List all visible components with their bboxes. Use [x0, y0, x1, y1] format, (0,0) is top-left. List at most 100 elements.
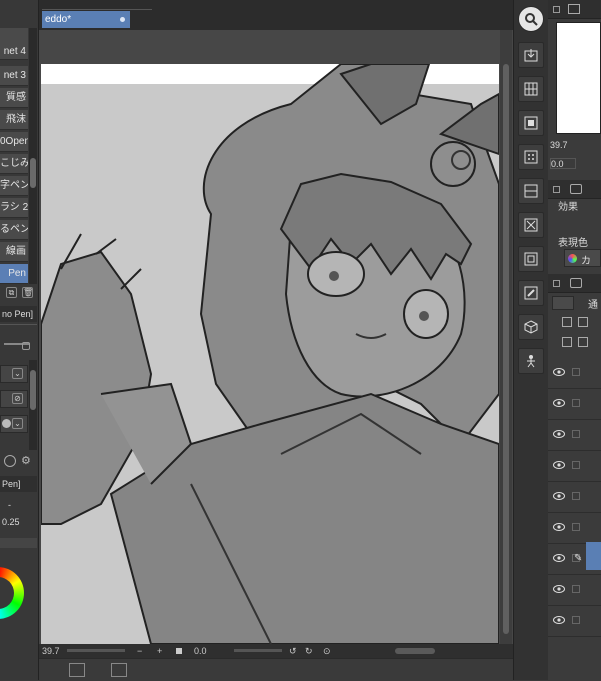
- layer-row[interactable]: [548, 420, 601, 451]
- brush-item[interactable]: 字ペン: [0, 176, 28, 196]
- layer-row[interactable]: [548, 482, 601, 513]
- rotate-left-icon[interactable]: ↺: [289, 644, 297, 658]
- slash-icon[interactable]: ⊘: [12, 393, 23, 404]
- menu-icon[interactable]: [553, 6, 560, 13]
- layer-row[interactable]: [548, 606, 601, 637]
- eye-icon[interactable]: [553, 585, 565, 593]
- navigator-header[interactable]: [548, 0, 601, 19]
- eye-icon[interactable]: [553, 461, 565, 469]
- artwork-canvas[interactable]: [41, 64, 499, 644]
- lock-icon[interactable]: [562, 337, 572, 347]
- grid-icon[interactable]: [518, 76, 544, 102]
- layer-checkbox[interactable]: [572, 368, 580, 376]
- duplicate-icon[interactable]: ⧉: [6, 287, 17, 298]
- brush-list-scrollbar[interactable]: [29, 28, 37, 284]
- lock-icon[interactable]: [22, 342, 30, 350]
- layer-row[interactable]: [548, 358, 601, 389]
- stepper-row[interactable]: [0, 538, 37, 548]
- figure-icon[interactable]: [518, 348, 544, 374]
- wrench-icon[interactable]: ⚙: [21, 455, 33, 467]
- rotate-slider[interactable]: [234, 649, 282, 652]
- eye-icon[interactable]: [553, 492, 565, 500]
- resize-icon[interactable]: [518, 212, 544, 238]
- edit-icon[interactable]: [518, 280, 544, 306]
- reference-icon[interactable]: [578, 317, 588, 327]
- trash-icon[interactable]: 🗑: [22, 287, 33, 298]
- menu-icon[interactable]: [553, 280, 560, 287]
- bottom-toolbar: [39, 658, 513, 681]
- import-icon[interactable]: [518, 42, 544, 68]
- brush-item[interactable]: ラシ 2: [0, 198, 28, 218]
- eye-icon[interactable]: [553, 616, 565, 624]
- layer-checkbox[interactable]: [572, 430, 580, 438]
- navigator-zoom[interactable]: 39.7: [550, 140, 568, 150]
- scrollbar-thumb[interactable]: [30, 370, 36, 410]
- chevron-down-icon[interactable]: ⌄: [12, 368, 23, 379]
- frame-icon[interactable]: [518, 178, 544, 204]
- layer-checkbox[interactable]: [572, 492, 580, 500]
- layer-stack-icon[interactable]: [518, 246, 544, 272]
- layer-checkbox[interactable]: [572, 461, 580, 469]
- panel-icon[interactable]: [69, 663, 85, 677]
- layer-row[interactable]: [548, 389, 601, 420]
- window-icon[interactable]: [518, 110, 544, 136]
- navigator-angle[interactable]: 0.0: [550, 158, 576, 169]
- layer-row[interactable]: [548, 575, 601, 606]
- sub-tool-tab[interactable]: Pen]: [0, 476, 37, 492]
- layer-checkbox[interactable]: [572, 616, 580, 624]
- chevron-down-icon[interactable]: ⌄: [12, 418, 23, 429]
- menu-icon[interactable]: [553, 186, 560, 193]
- settings-icon[interactable]: [111, 663, 127, 677]
- property-scrollbar[interactable]: [29, 360, 37, 450]
- document-tab[interactable]: eddo*: [42, 11, 130, 28]
- brush-item[interactable]: るペン: [0, 220, 28, 240]
- layers-icon: [570, 278, 582, 288]
- brush-item[interactable]: 飛沫: [0, 110, 28, 130]
- close-dot-icon[interactable]: [120, 17, 125, 22]
- fit-icon[interactable]: [176, 648, 182, 654]
- effect-label: 効果: [558, 202, 578, 213]
- reset-rotation-icon[interactable]: ⊙: [323, 644, 331, 658]
- value-label: 0.25: [2, 517, 20, 527]
- horizontal-scrollbar[interactable]: [395, 648, 435, 654]
- canvas-vertical-scrollbar[interactable]: [500, 30, 512, 644]
- brush-item[interactable]: net 4: [0, 44, 28, 60]
- scrollbar-thumb[interactable]: [503, 64, 509, 634]
- blend-mode-dropdown[interactable]: [552, 296, 574, 310]
- clock-icon[interactable]: [4, 455, 16, 467]
- layer-checkbox[interactable]: [572, 585, 580, 593]
- rotate-right-icon[interactable]: ↻: [305, 644, 313, 658]
- display-color-select[interactable]: カ: [564, 249, 601, 267]
- search-circle-icon[interactable]: [518, 6, 544, 32]
- layer-row[interactable]: [548, 451, 601, 482]
- eye-icon[interactable]: [553, 430, 565, 438]
- zoom-value[interactable]: 39.7: [42, 644, 60, 658]
- brush-item[interactable]: net 3: [0, 66, 28, 86]
- eye-icon[interactable]: [553, 368, 565, 376]
- eye-icon[interactable]: [553, 399, 565, 407]
- brush-item[interactable]: こじみ: [0, 154, 28, 174]
- layer-checkbox[interactable]: [572, 399, 580, 407]
- tool-property-tab[interactable]: no Pen]: [0, 306, 37, 322]
- pattern-icon[interactable]: [518, 144, 544, 170]
- layer-property-header[interactable]: [548, 180, 601, 199]
- navigator-preview[interactable]: [556, 22, 601, 134]
- zoom-in-icon[interactable]: +: [157, 644, 162, 658]
- clip-icon[interactable]: [562, 317, 572, 327]
- selected-layer-highlight[interactable]: [586, 542, 601, 570]
- brush-item[interactable]: 線画: [0, 242, 28, 262]
- layer-row[interactable]: [548, 513, 601, 544]
- brush-item-selected[interactable]: Pen: [0, 264, 28, 284]
- mask-icon[interactable]: [578, 337, 588, 347]
- zoom-slider[interactable]: [67, 649, 125, 652]
- layer-panel-header[interactable]: [548, 274, 601, 293]
- brush-item[interactable]: 質感: [0, 88, 28, 108]
- eye-icon[interactable]: [553, 523, 565, 531]
- 3d-cube-icon[interactable]: [518, 314, 544, 340]
- angle-value[interactable]: 0.0: [194, 644, 207, 658]
- zoom-out-icon[interactable]: −: [137, 644, 142, 658]
- layer-checkbox[interactable]: [572, 523, 580, 531]
- scrollbar-thumb[interactable]: [30, 158, 36, 188]
- brush-item[interactable]: 0Open: [0, 132, 28, 152]
- eye-icon[interactable]: [553, 554, 565, 562]
